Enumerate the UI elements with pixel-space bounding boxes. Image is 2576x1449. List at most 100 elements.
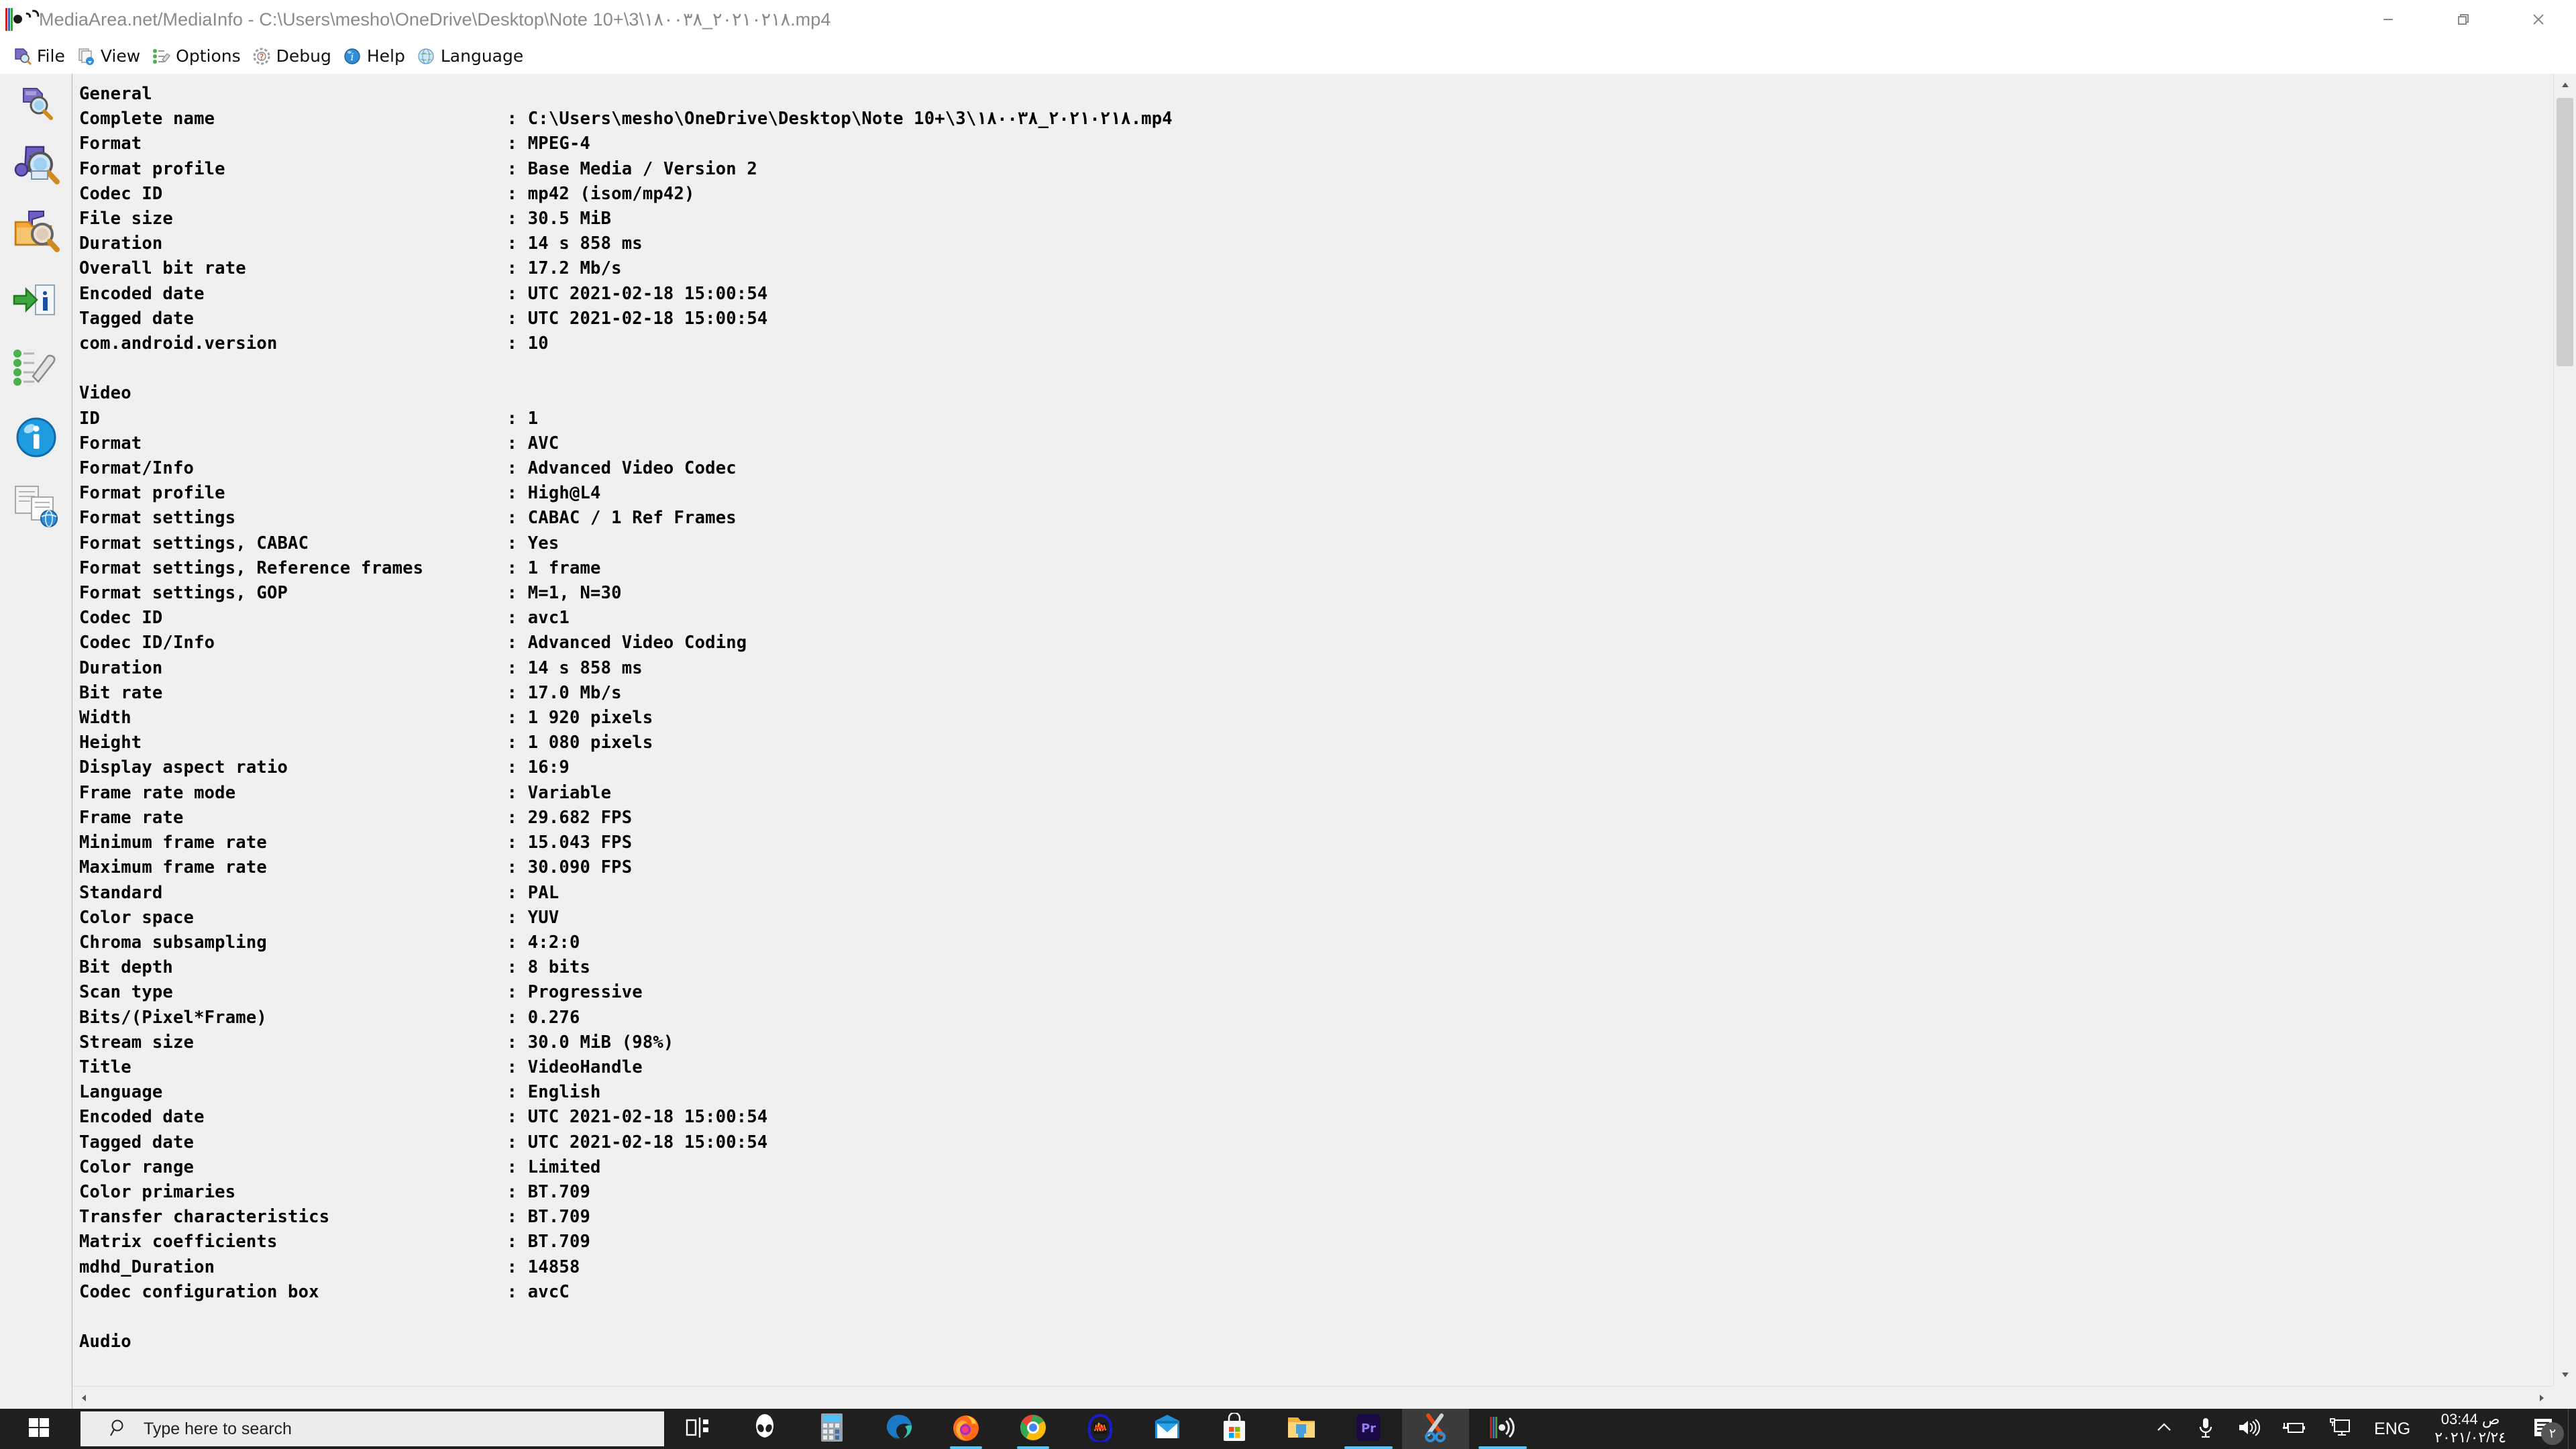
tray-volume-button[interactable] bbox=[2226, 1409, 2271, 1449]
start-button[interactable] bbox=[0, 1409, 78, 1449]
vertical-scroll-track[interactable] bbox=[2554, 97, 2576, 1363]
firefox-icon bbox=[951, 1413, 981, 1446]
tray-language-indicator[interactable]: ENG bbox=[2362, 1419, 2422, 1439]
scroll-corner bbox=[2553, 1386, 2576, 1409]
document-globe-icon bbox=[11, 481, 61, 534]
svg-text:i: i bbox=[350, 51, 354, 63]
mediainfo-button[interactable] bbox=[1469, 1409, 1536, 1449]
taskbar-clock[interactable]: 03:44 ص ٢٠٢١/٠٢/٢٤ bbox=[2422, 1411, 2518, 1447]
menu-view[interactable]: View bbox=[73, 44, 148, 68]
horizontal-scroll-thumb[interactable] bbox=[97, 1389, 2243, 1406]
mediainfo-window: MediaArea.net/MediaInfo - C:\Users\mesho… bbox=[0, 0, 2576, 1409]
wrench-options-icon bbox=[11, 344, 61, 397]
horizontal-scroll-track[interactable] bbox=[95, 1387, 2530, 1409]
calculator-icon bbox=[820, 1413, 843, 1446]
battery-charging-icon bbox=[2282, 1418, 2307, 1440]
edge-button[interactable] bbox=[865, 1409, 932, 1449]
chrome-icon bbox=[1018, 1413, 1048, 1446]
file-magnifier-icon bbox=[17, 83, 55, 124]
view-refresh-icon bbox=[76, 46, 96, 66]
audacity-button[interactable] bbox=[1067, 1409, 1134, 1449]
running-indicator bbox=[1344, 1446, 1393, 1449]
running-indicator bbox=[1479, 1446, 1527, 1449]
notifications-button[interactable]: ٢ bbox=[2518, 1409, 2568, 1449]
search-placeholder: Type here to search bbox=[144, 1419, 292, 1439]
window-body: General Complete name : C:\Users\mesho\O… bbox=[0, 74, 2576, 1409]
clock-time: 03:44 ص bbox=[2441, 1411, 2500, 1429]
window-controls bbox=[2351, 0, 2576, 39]
options-list-icon bbox=[151, 46, 171, 66]
sidebar-item-report[interactable] bbox=[5, 476, 67, 538]
audacity-icon bbox=[1086, 1413, 1114, 1445]
mail-button[interactable] bbox=[1134, 1409, 1201, 1449]
menu-options-label: Options bbox=[176, 46, 240, 66]
mediainfo-icon bbox=[1488, 1413, 1517, 1446]
menu-language[interactable]: Language bbox=[413, 44, 531, 68]
music-magnifier-icon bbox=[11, 139, 61, 192]
microphone-icon bbox=[2196, 1416, 2216, 1442]
minimize-button[interactable] bbox=[2351, 0, 2426, 39]
menu-debug-label: Debug bbox=[276, 46, 331, 66]
explorer-button[interactable] bbox=[1268, 1409, 1335, 1449]
file-explorer-icon bbox=[1287, 1415, 1316, 1444]
edge-icon bbox=[884, 1413, 914, 1446]
task-view-button[interactable] bbox=[664, 1409, 731, 1449]
menu-language-label: Language bbox=[441, 46, 523, 66]
title-bar[interactable]: MediaArea.net/MediaInfo - C:\Users\mesho… bbox=[0, 0, 2576, 39]
tray-microphone-button[interactable] bbox=[2185, 1409, 2226, 1449]
alienware-button[interactable] bbox=[731, 1409, 798, 1449]
folder-magnifier-icon bbox=[11, 207, 61, 260]
horizontal-scrollbar[interactable] bbox=[72, 1386, 2553, 1409]
firefox-button[interactable] bbox=[932, 1409, 1000, 1449]
menu-file-label: File bbox=[37, 46, 65, 66]
microsoft-store-icon bbox=[1221, 1413, 1248, 1446]
vertical-scrollbar[interactable] bbox=[2553, 74, 2576, 1386]
window-title: MediaArea.net/MediaInfo - C:\Users\mesho… bbox=[39, 9, 830, 30]
premiere-button[interactable]: Pr bbox=[1335, 1409, 1402, 1449]
alienware-icon bbox=[753, 1413, 776, 1445]
menu-help-label: Help bbox=[367, 46, 405, 66]
windows-taskbar: Type here to search bbox=[0, 1409, 2576, 1449]
menu-file[interactable]: File bbox=[9, 44, 73, 68]
vertical-scroll-thumb[interactable] bbox=[2557, 98, 2573, 366]
svg-text:Pr: Pr bbox=[1361, 1421, 1376, 1436]
menu-help[interactable]: i Help bbox=[339, 44, 413, 68]
windows-start-icon bbox=[28, 1416, 50, 1442]
store-button[interactable] bbox=[1201, 1409, 1268, 1449]
search-icon bbox=[109, 1417, 129, 1441]
language-globe-icon bbox=[416, 46, 436, 66]
show-desktop-button[interactable] bbox=[2568, 1409, 2576, 1449]
task-view-icon bbox=[686, 1416, 710, 1442]
scroll-down-button[interactable] bbox=[2554, 1363, 2576, 1386]
content-area: General Complete name : C:\Users\mesho\O… bbox=[72, 74, 2576, 1409]
scroll-left-button[interactable] bbox=[72, 1387, 95, 1409]
sidebar-item-open-folder[interactable] bbox=[5, 203, 67, 264]
notification-badge: ٢ bbox=[2541, 1422, 2564, 1445]
snipping-button[interactable] bbox=[1402, 1409, 1469, 1449]
tray-network-button[interactable] bbox=[2318, 1409, 2362, 1449]
scroll-right-button[interactable] bbox=[2530, 1387, 2553, 1409]
report-panel[interactable]: General Complete name : C:\Users\mesho\O… bbox=[72, 74, 2553, 1386]
scroll-up-button[interactable] bbox=[2554, 74, 2576, 97]
system-tray: ENG 03:44 ص ٢٠٢١/٠٢/٢٤ ٢ bbox=[2143, 1409, 2576, 1449]
tray-battery-button[interactable] bbox=[2271, 1409, 2318, 1449]
sidebar-toolbar bbox=[0, 74, 72, 1409]
svg-text:?: ? bbox=[259, 52, 263, 62]
speaker-icon bbox=[2237, 1417, 2260, 1441]
search-input[interactable]: Type here to search bbox=[80, 1411, 664, 1446]
sidebar-item-open-media[interactable] bbox=[5, 134, 67, 196]
tray-overflow-button[interactable] bbox=[2143, 1409, 2185, 1449]
debug-gear-icon: ? bbox=[252, 46, 272, 66]
help-info-icon: i bbox=[342, 46, 362, 66]
sidebar-item-about[interactable] bbox=[5, 408, 67, 470]
sidebar-item-open-file[interactable] bbox=[5, 79, 67, 127]
calculator-button[interactable] bbox=[798, 1409, 865, 1449]
chrome-button[interactable] bbox=[1000, 1409, 1067, 1449]
sidebar-item-preferences[interactable] bbox=[5, 339, 67, 401]
close-button[interactable] bbox=[2501, 0, 2576, 39]
menu-options[interactable]: Options bbox=[148, 44, 248, 68]
sidebar-item-export-info[interactable] bbox=[5, 271, 67, 333]
restore-button[interactable] bbox=[2426, 0, 2501, 39]
menu-debug[interactable]: ? Debug bbox=[249, 44, 339, 68]
mediainfo-logo-icon bbox=[4, 4, 35, 35]
